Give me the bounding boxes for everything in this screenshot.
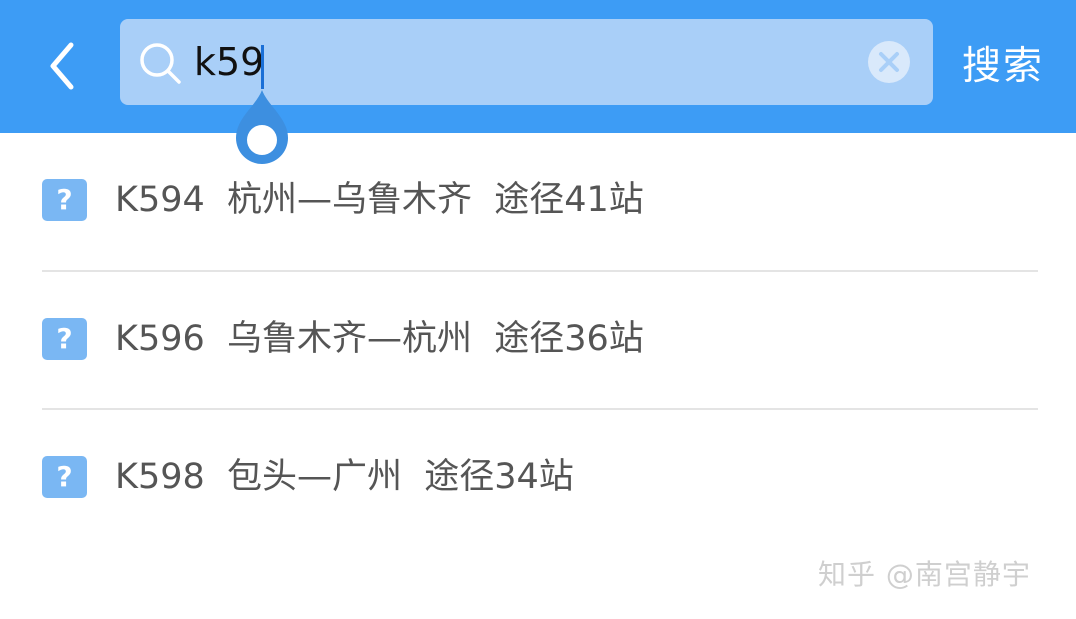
result-item[interactable]: ? K596 乌鲁木齐—杭州 途径36站: [0, 272, 1076, 408]
search-button[interactable]: 搜索: [958, 38, 1048, 96]
watermark: 知乎 @南宫静宇: [818, 558, 1031, 591]
question-icon: ?: [42, 179, 87, 221]
text-cursor: [261, 45, 264, 89]
result-text: K598 包头—广州 途径34站: [115, 457, 574, 497]
result-item[interactable]: ? K594 杭州—乌鲁木齐 途径41站: [0, 133, 1076, 269]
clear-icon: [868, 41, 910, 83]
result-text: K594 杭州—乌鲁木齐 途径41站: [115, 180, 644, 220]
chevron-left-icon: [50, 42, 74, 90]
clear-button[interactable]: [867, 40, 911, 84]
result-text: K596 乌鲁木齐—杭州 途径36站: [115, 319, 644, 359]
search-header: 搜索: [0, 0, 1076, 133]
question-icon: ?: [42, 456, 87, 498]
train-search-page: 搜索 ? K594 杭州—乌鲁木齐 途径41站 ? K596 乌鲁木齐—杭州 途…: [0, 0, 1076, 619]
search-icon: [140, 43, 181, 84]
question-icon: ?: [42, 318, 87, 360]
search-input[interactable]: [194, 31, 844, 93]
back-button[interactable]: [38, 38, 86, 94]
result-item[interactable]: ? K598 包头—广州 途径34站: [0, 410, 1076, 546]
